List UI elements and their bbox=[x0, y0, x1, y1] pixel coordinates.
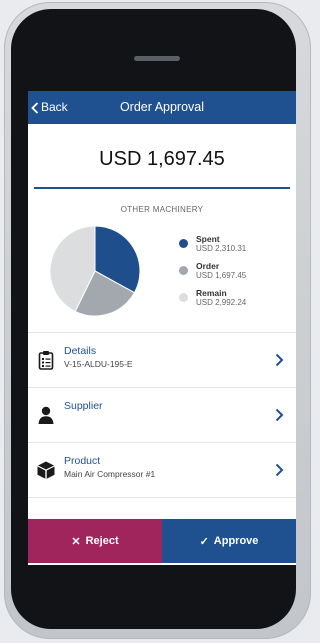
amount-divider bbox=[34, 187, 290, 189]
row-title: Supplier bbox=[64, 400, 103, 412]
legend-name: Remain bbox=[196, 288, 227, 298]
navigation-bar: Order Approval Back bbox=[28, 91, 296, 124]
legend-item-remain: Remain USD 2,992.24 bbox=[179, 288, 289, 315]
reject-label: Reject bbox=[85, 535, 119, 547]
chevron-left-icon bbox=[31, 101, 39, 114]
person-icon bbox=[38, 406, 54, 424]
box-icon bbox=[37, 461, 55, 479]
action-bar: ✕ Reject ✓ Approve bbox=[28, 519, 296, 563]
chart-legend: Spent USD 2,310.31 Order USD 1,697.45 Re… bbox=[179, 234, 289, 315]
back-label: Back bbox=[41, 100, 68, 114]
order-amount: USD 1,697.45 bbox=[99, 148, 225, 170]
app-screen: Order Approval Back USD 1,697.45 OTHER M… bbox=[28, 91, 296, 565]
supplier-row[interactable]: Supplier bbox=[28, 388, 296, 443]
close-icon: ✕ bbox=[71, 535, 81, 548]
chevron-right-icon bbox=[275, 353, 284, 367]
row-divider bbox=[28, 497, 296, 498]
details-row[interactable]: Details V-15-ALDU-195-E bbox=[28, 333, 296, 388]
checkmark-icon: ✓ bbox=[199, 535, 209, 548]
legend-name: Order bbox=[196, 261, 220, 271]
legend-dot-order bbox=[179, 266, 188, 275]
legend-dot-remain bbox=[179, 293, 188, 302]
page-title: Order Approval bbox=[119, 100, 205, 114]
row-subtitle: V-15-ALDU-195-E bbox=[64, 359, 133, 369]
legend-item-spent: Spent USD 2,310.31 bbox=[179, 234, 289, 261]
row-title: Details bbox=[64, 345, 97, 357]
legend-value: USD 1,697.45 bbox=[196, 271, 247, 280]
back-button[interactable]: Back bbox=[28, 91, 68, 124]
speaker-grille bbox=[134, 56, 180, 61]
reject-button[interactable]: ✕ Reject bbox=[28, 519, 162, 563]
row-title: Product bbox=[64, 455, 101, 467]
budget-pie-chart bbox=[49, 225, 141, 317]
clipboard-icon bbox=[38, 351, 54, 370]
legend-item-order: Order USD 1,697.45 bbox=[179, 261, 289, 288]
legend-value: USD 2,992.24 bbox=[196, 298, 247, 307]
legend-dot-spent bbox=[179, 239, 188, 248]
approve-label: Approve bbox=[213, 535, 259, 547]
legend-name: Spent bbox=[196, 234, 220, 244]
category-label: OTHER MACHINERY bbox=[120, 205, 204, 214]
product-row[interactable]: Product Main Air Compressor #1 bbox=[28, 443, 296, 498]
chevron-right-icon bbox=[275, 463, 284, 477]
approve-button[interactable]: ✓ Approve bbox=[162, 519, 296, 563]
chevron-right-icon bbox=[275, 408, 284, 422]
legend-value: USD 2,310.31 bbox=[196, 244, 247, 253]
row-subtitle: Main Air Compressor #1 bbox=[64, 469, 156, 479]
